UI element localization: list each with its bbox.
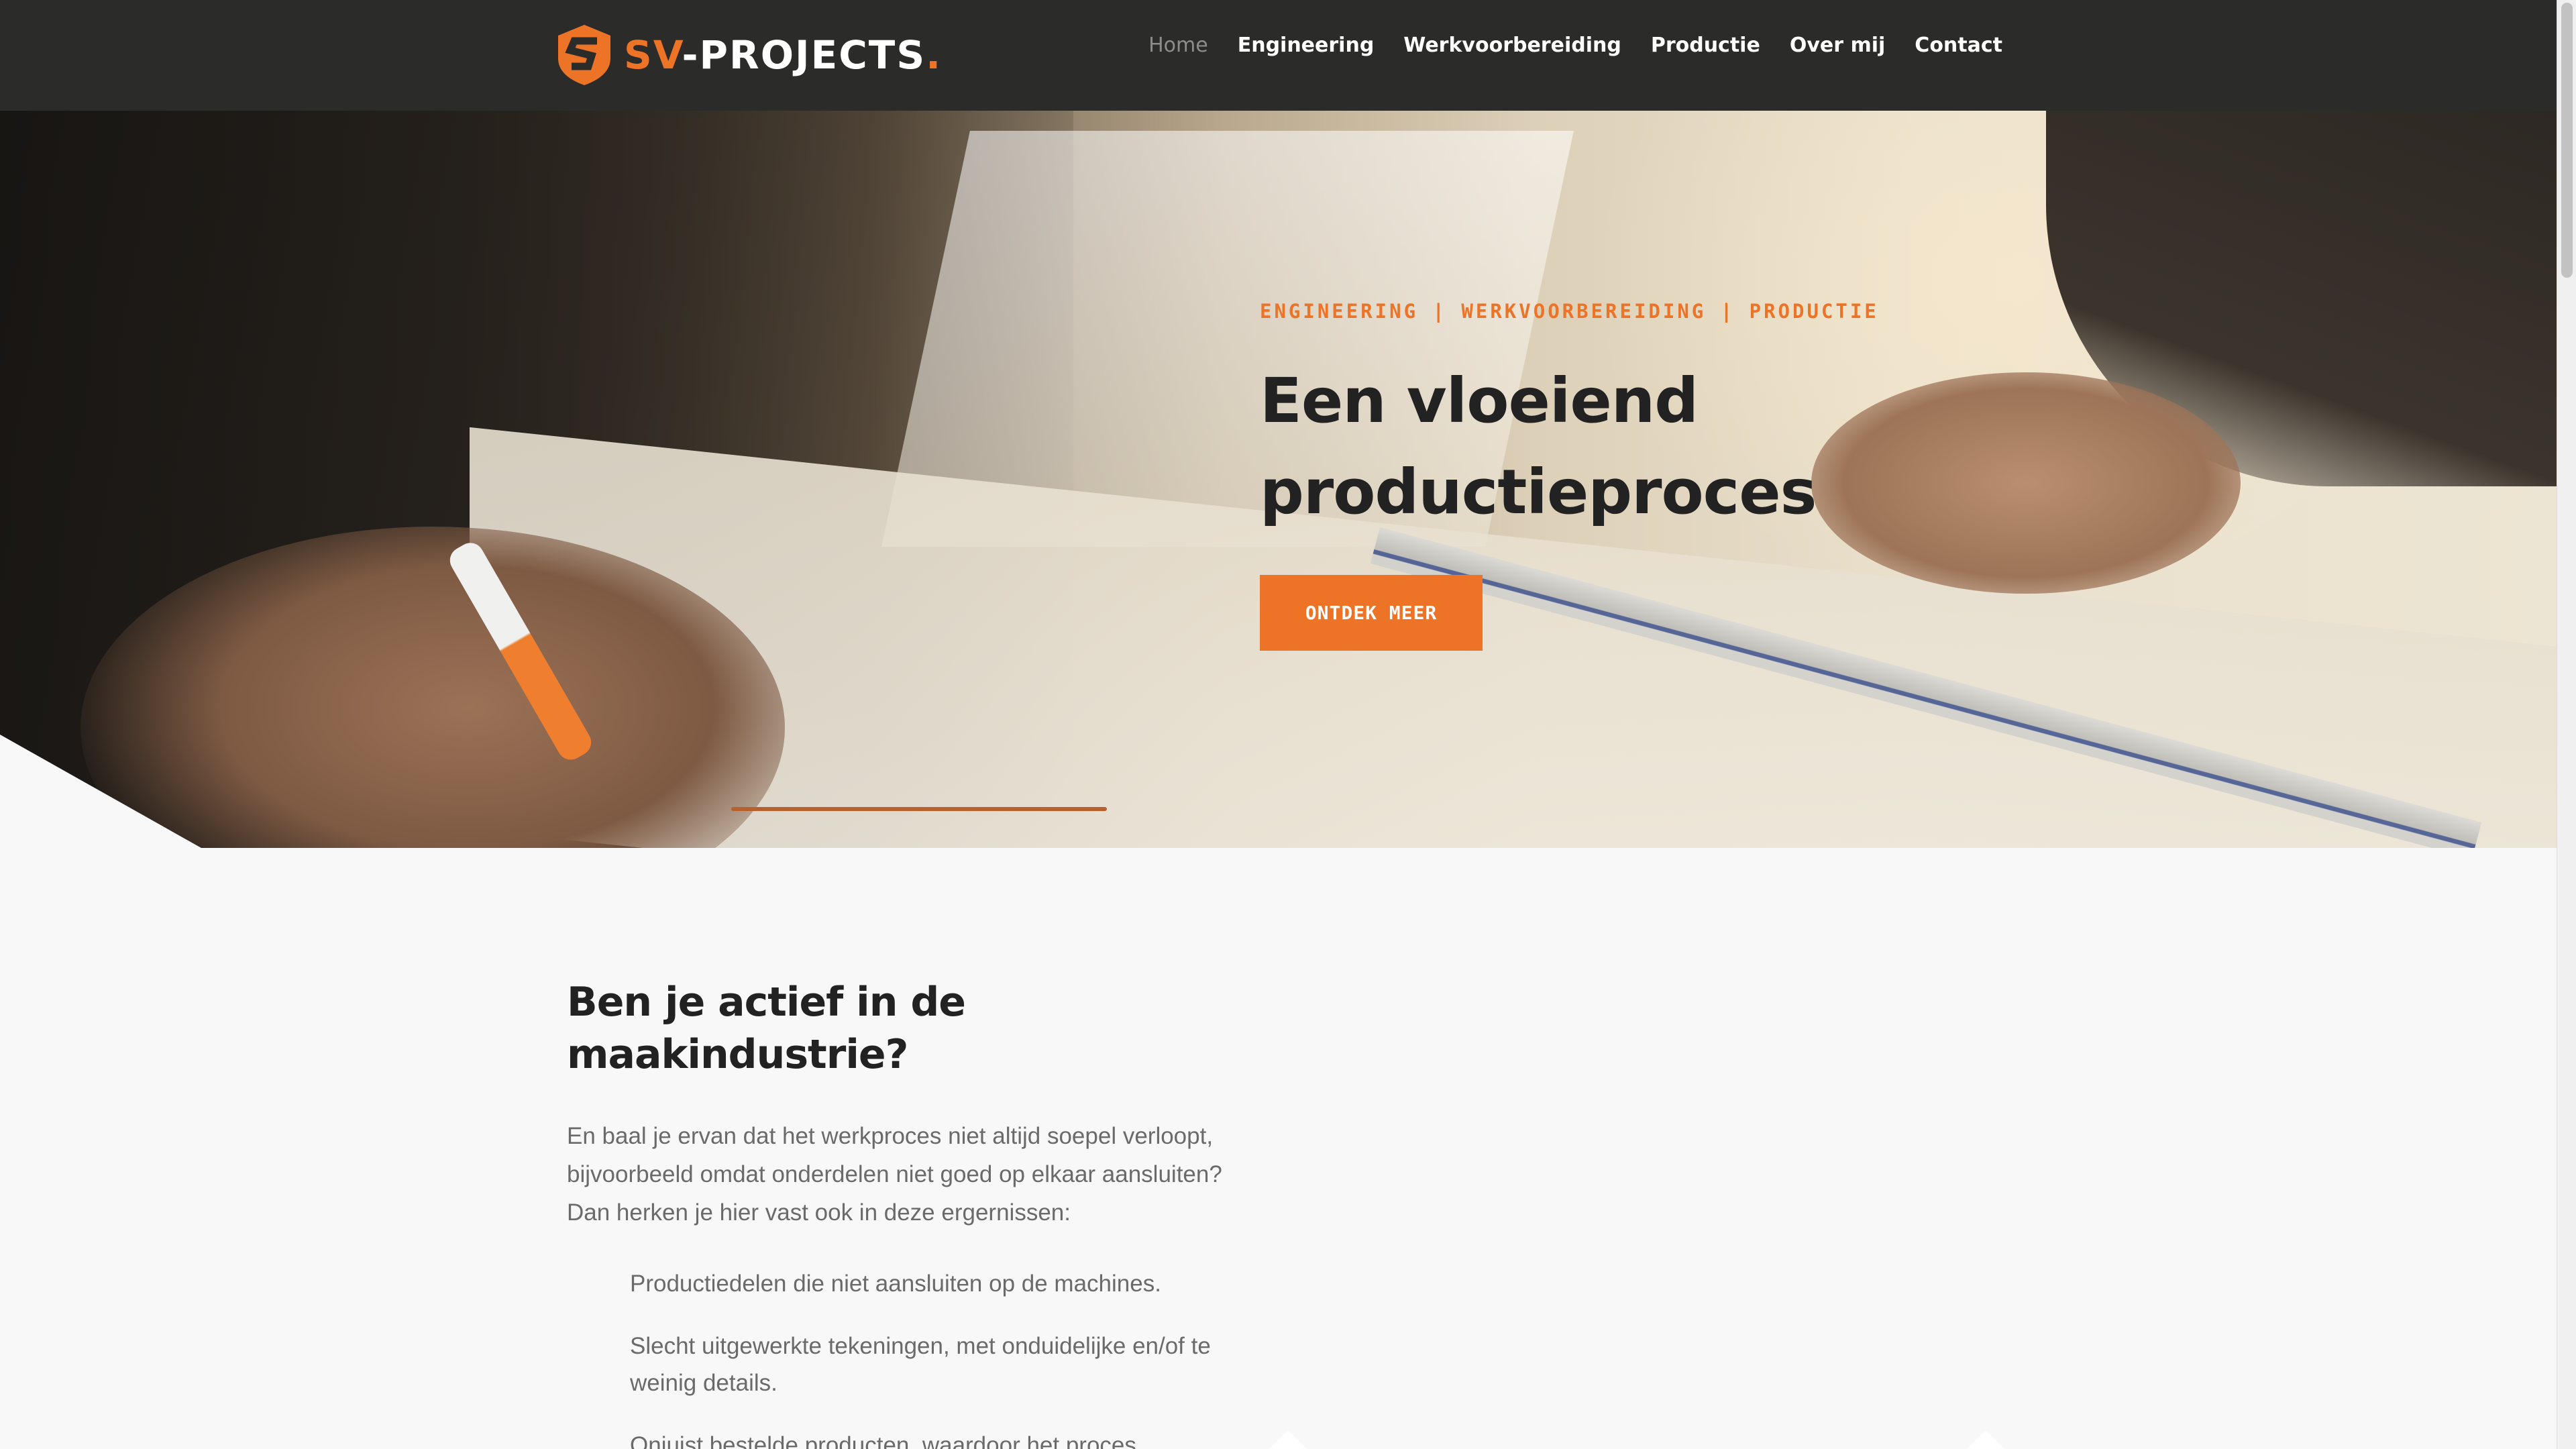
nav-item-engineering[interactable]: Engineering (1238, 34, 1375, 57)
intro-title-line-1: Ben je actief in de (567, 979, 966, 1026)
hero-section: ENGINEERING | WERKVOORBEREIDING | PRODUC… (0, 111, 2557, 848)
main-nav: Home Engineering Werkvoorbereiding Produ… (1148, 0, 2002, 91)
scrollbar-thumb[interactable] (2561, 3, 2573, 278)
intro-title-line-2: maakindustrie? (567, 1031, 908, 1078)
nav-item-over-mij[interactable]: Over mij (1790, 34, 1885, 57)
nav-item-productie[interactable]: Productie (1651, 34, 1760, 57)
page-scrollbar[interactable] (2557, 0, 2576, 1449)
decorative-shape (1966, 1430, 2005, 1449)
decorative-shape (1269, 1430, 1307, 1449)
hero-photo-drawn-line (731, 807, 1107, 811)
hero-title: Een vloeiend productieproces (1260, 356, 1998, 538)
list-item: Onjuist bestelde producten, waardoor het… (630, 1432, 1136, 1449)
logo-text: SV-PROJECTS. (624, 32, 943, 78)
issues-list: Productiedelen die niet aansluiten op de… (567, 1265, 1224, 1449)
site-logo[interactable]: SV-PROJECTS. (557, 23, 942, 87)
hero-title-line-1: Een vloeiend (1260, 365, 1699, 437)
shield-s-logo-icon (558, 25, 610, 85)
intro-text: En baal je ervan dat het werkproces niet… (567, 1123, 1222, 1226)
discover-more-button[interactable]: ONTDEK MEER (1260, 575, 1483, 651)
hero-tagline: ENGINEERING | WERKVOORBEREIDING | PRODUC… (1260, 300, 1879, 323)
intro-title: Ben je actief in de maakindustrie? (567, 976, 1224, 1081)
hero-title-line-2: productieproces (1260, 456, 1817, 528)
list-item: Productiedelen die niet aansluiten op de… (630, 1271, 1161, 1297)
list-item: Slecht uitgewerkte tekeningen, met ondui… (630, 1333, 1211, 1396)
site-header: SV-PROJECTS. Home Engineering Werkvoorbe… (0, 0, 2557, 111)
nav-item-home[interactable]: Home (1148, 34, 1208, 57)
nav-item-contact[interactable]: Contact (1915, 34, 2002, 57)
intro-section: Ben je actief in de maakindustrie? En ba… (567, 976, 1224, 1449)
nav-item-werkvoorbereiding[interactable]: Werkvoorbereiding (1403, 34, 1621, 57)
